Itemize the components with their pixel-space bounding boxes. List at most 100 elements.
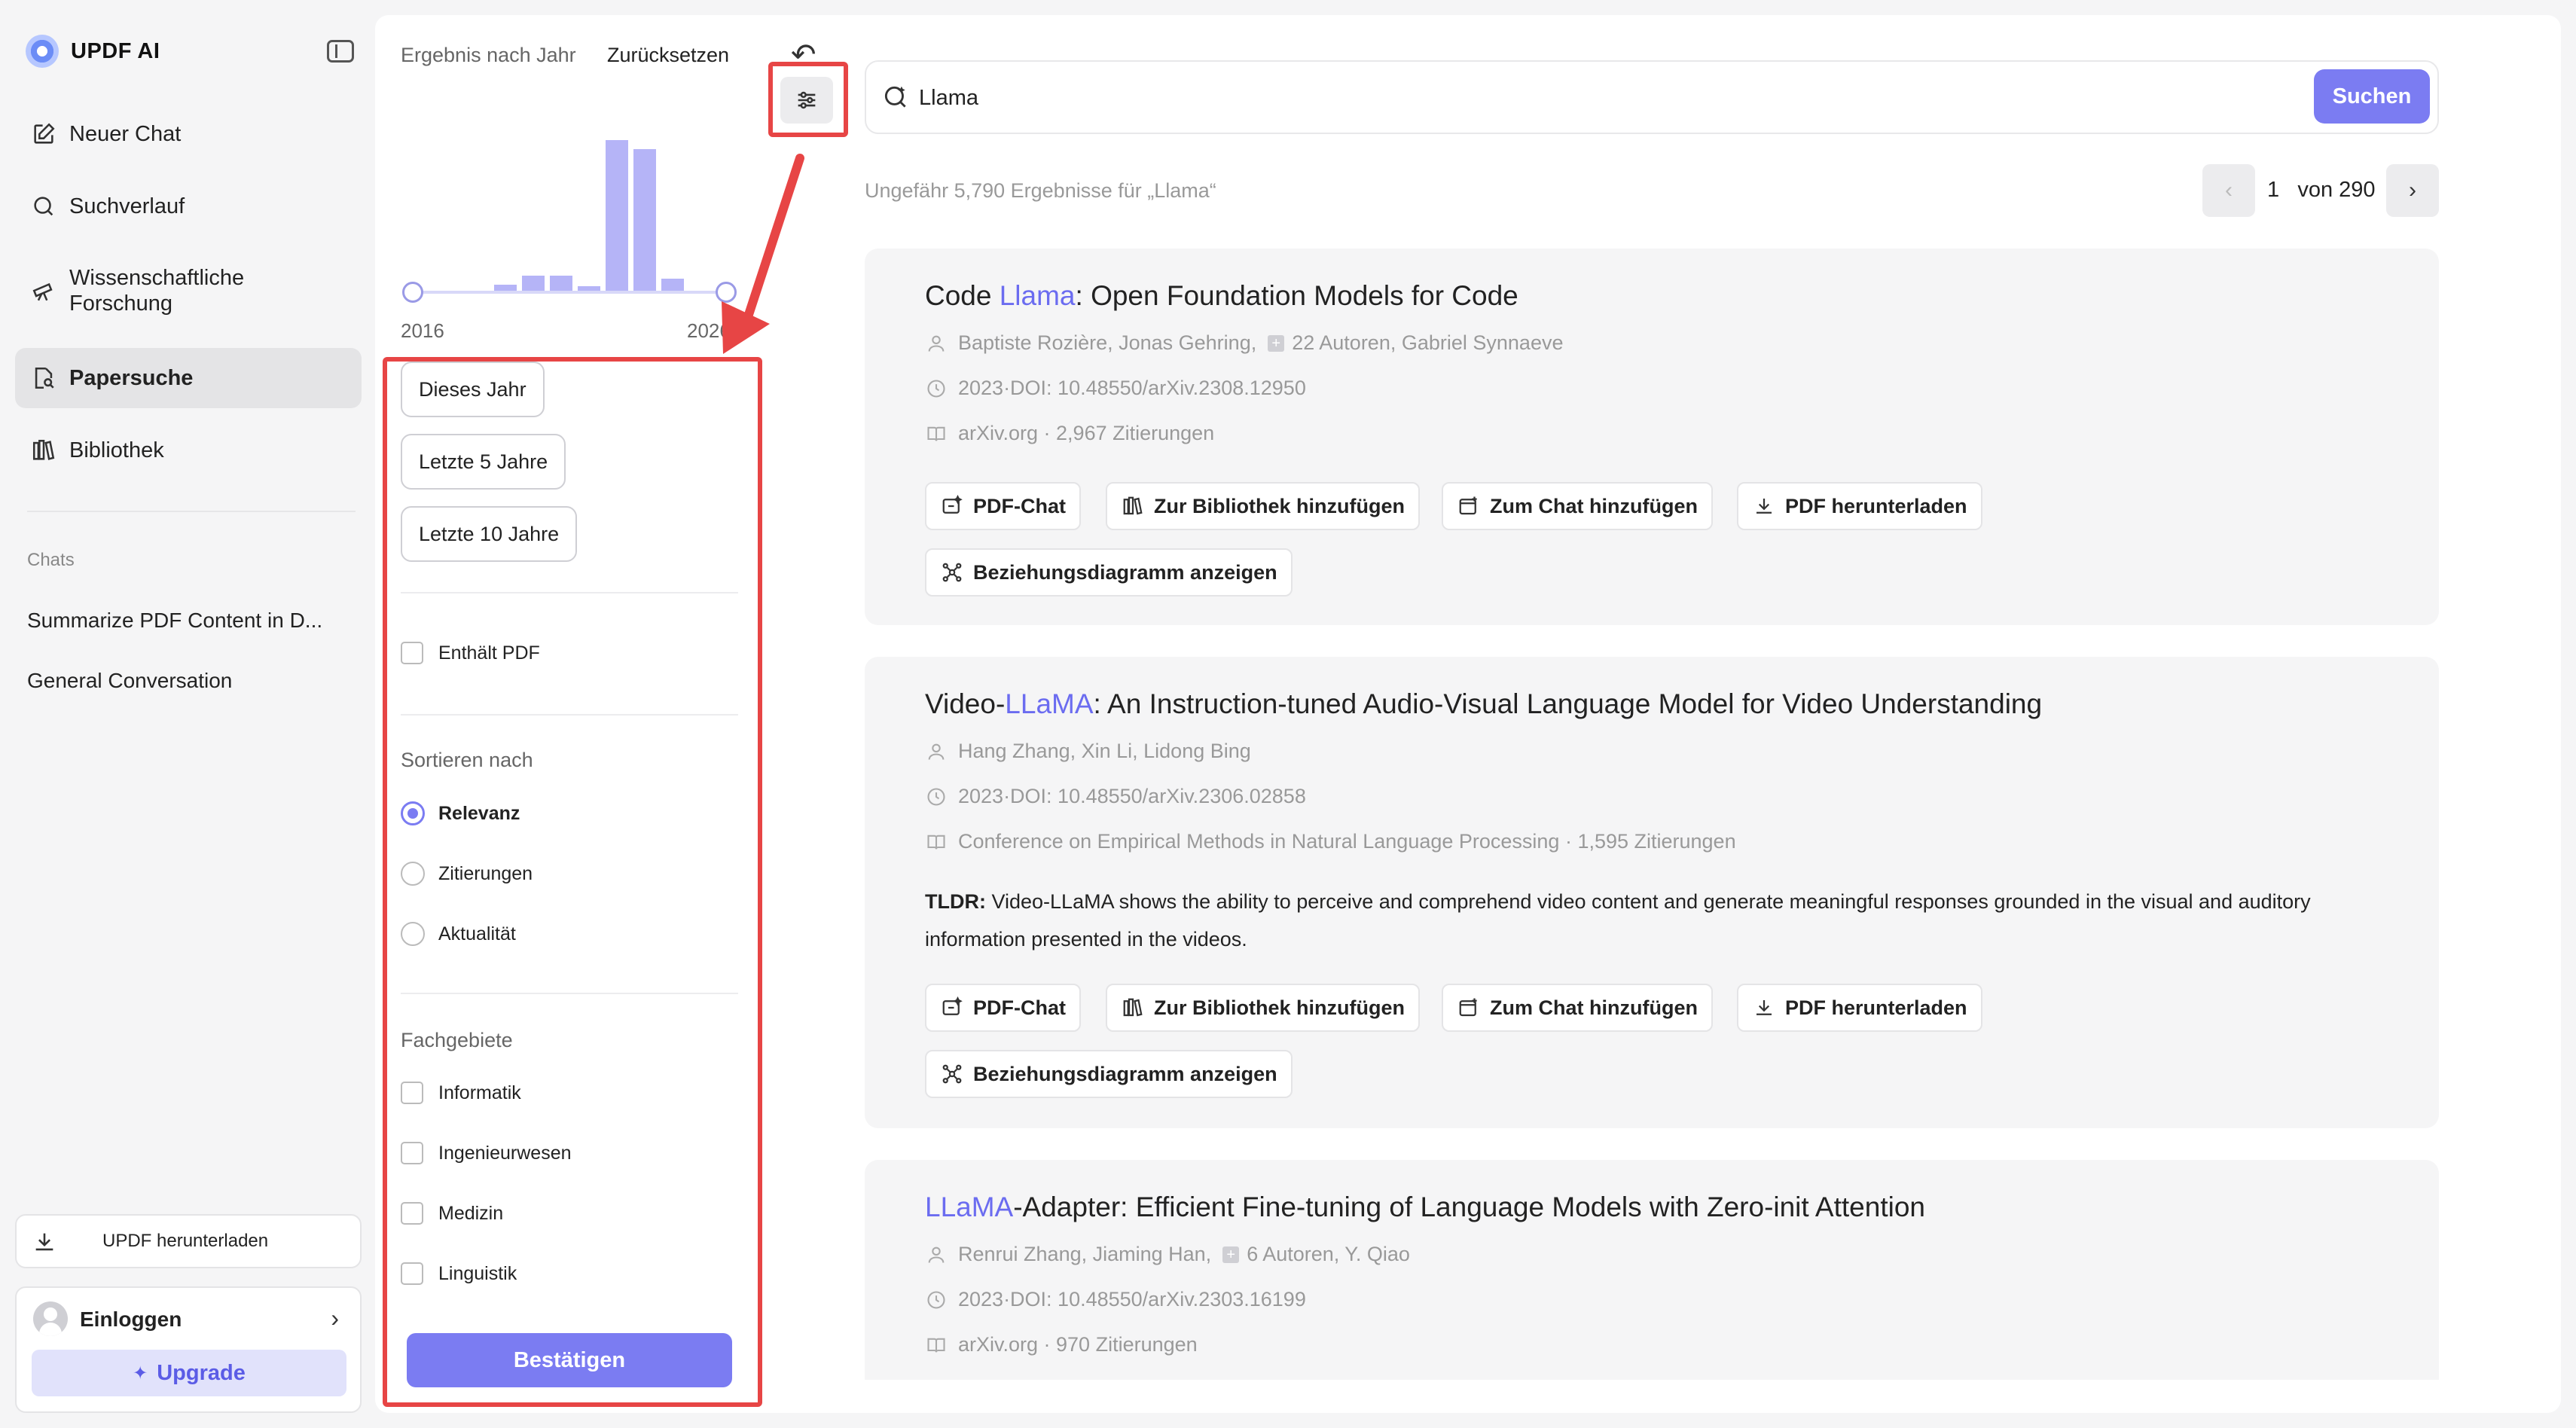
result-title[interactable]: Video-LLaMA: An Instruction-tuned Audio-… [925,688,2042,720]
tldr: TLDR: Video-LLaMA shows the ability to p… [925,883,2386,958]
result-card: LLaMA-Adapter: Efficient Fine-tuning of … [865,1160,2439,1380]
sidebar-item-library[interactable]: Bibliothek [15,432,362,468]
download-pdf-button[interactable]: PDF herunterladen [1737,984,1982,1032]
brand[interactable]: UPDF AI [26,35,160,68]
button-label: PDF-Chat [973,494,1066,517]
avatar[interactable] [33,1301,68,1336]
result-count: Ungefähr 5,790 Ergebnisse für „Llama“ [865,179,1216,202]
pdf-chat-button[interactable]: PDF-Chat [925,984,1081,1032]
sidebar-item-label: Bibliothek [69,438,164,462]
tldr-label: TLDR: [925,890,986,913]
year-range-slider[interactable] [413,291,729,294]
clock-icon [925,377,948,400]
title-text: : Open Foundation Models for Code [1075,280,1518,311]
venue-text: Conference on Empirical Methods in Natur… [958,830,1736,853]
slider-start-handle[interactable] [402,282,423,303]
button-label: Zur Bibliothek hinzufügen [1154,494,1405,517]
upgrade-button[interactable]: ✦ Upgrade [32,1350,346,1396]
year-end-label: 2026 [687,319,731,342]
highlight-frame-filters [383,357,762,1407]
result-date-doi: 2023·DOI: 10.48550/arXiv.2306.02858 [925,785,1306,808]
add-to-library-button[interactable]: Zur Bibliothek hinzufügen [1106,482,1420,530]
result-title[interactable]: Code Llama: Open Foundation Models for C… [925,280,1518,312]
chats-section-label: Chats [27,550,75,570]
page-current: 1 [2267,178,2280,202]
person-icon [925,1243,948,1266]
highlight-frame-settings [768,62,848,137]
chat-item[interactable]: General Conversation [27,669,232,693]
sidebar-item-paper-search[interactable]: Papersuche [15,348,362,408]
relation-graph-button[interactable]: Beziehungsdiagramm anzeigen [925,548,1293,597]
result-date-doi: 2023·DOI: 10.48550/arXiv.2308.12950 [925,377,1306,400]
pager-next-button[interactable]: › [2386,164,2439,217]
result-authors: Hang Zhang, Xin Li, Lidong Bing [925,740,1251,763]
plus-icon[interactable]: + [1268,334,1285,352]
library-icon [1121,996,1145,1020]
relation-graph-button[interactable]: Beziehungsdiagramm anzeigen [925,1050,1293,1098]
add-chat-icon [1457,494,1481,518]
add-to-chat-button[interactable]: Zum Chat hinzufügen [1442,482,1713,530]
button-label: PDF herunterladen [1785,996,1967,1019]
download-app-button[interactable]: UPDF herunterladen [15,1214,362,1268]
venue-text: arXiv.org · 970 Zitierungen [958,1333,1198,1356]
updf-logo-icon [26,35,59,68]
date-doi-text: 2023·DOI: 10.48550/arXiv.2303.16199 [958,1288,1306,1311]
pdf-chat-button[interactable]: PDF-Chat [925,482,1081,530]
venue-text: arXiv.org · 2,967 Zitierungen [958,422,1215,444]
year-start-label: 2016 [401,319,444,342]
download-icon [1752,996,1776,1020]
more-authors-text: 22 Autoren, Gabriel Synnaeve [1292,331,1564,354]
chat-pdf-icon [940,494,964,518]
person-icon [925,740,948,763]
download-app-label: UPDF herunterladen [102,1231,269,1251]
title-highlight: Llama [999,280,1076,311]
result-title[interactable]: LLaMA-Adapter: Efficient Fine-tuning of … [925,1192,1925,1223]
result-venue: Conference on Empirical Methods in Natur… [925,830,1736,853]
title-text: Code [925,280,1000,311]
login-link[interactable]: Einloggen [80,1307,182,1332]
sidebar-item-new-chat[interactable]: Neuer Chat [15,116,362,152]
sidebar-divider [27,511,356,512]
result-venue: arXiv.org · 970 Zitierungen [925,1333,1198,1356]
pager-prev-button[interactable]: ‹ [2202,164,2255,217]
histogram-bar [633,149,656,291]
histogram-bar [661,279,684,291]
search-button[interactable]: Suchen [2314,69,2430,124]
sidebar-collapse-icon[interactable] [327,40,354,63]
download-icon [1752,494,1776,518]
reset-button[interactable]: Zurücksetzen [607,44,729,67]
search-icon [30,193,57,220]
result-venue: arXiv.org · 2,967 Zitierungen [925,422,1214,445]
chat-item[interactable]: Summarize PDF Content in D... [27,609,322,633]
sidebar-item-label: Wissenschaftliche Forschung [69,266,245,316]
search-input[interactable] [919,77,2199,119]
graph-icon [940,1062,964,1086]
brand-name: UPDF AI [71,38,160,63]
add-to-chat-button[interactable]: Zum Chat hinzufügen [1442,984,1713,1032]
add-to-library-button[interactable]: Zur Bibliothek hinzufügen [1106,984,1420,1032]
search-bar: Suchen [865,60,2439,134]
result-card: Video-LLaMA: An Instruction-tuned Audio-… [865,657,2439,1128]
sidebar-item-label: Papersuche [69,365,194,390]
account-panel: Einloggen › ✦ Upgrade [15,1286,362,1413]
sidebar-item-label: Suchverlauf [69,194,185,218]
sidebar-item-research[interactable]: Wissenschaftliche Forschung [15,264,362,318]
title-highlight: LLaMA [925,1192,1014,1222]
slider-end-handle[interactable] [716,282,737,303]
title-text: Video- [925,688,1006,719]
year-histogram [408,105,725,291]
book-icon [925,423,948,445]
page-total: von 290 [2297,178,2376,202]
title-text: : An Instruction-tuned Audio-Visual Lang… [1093,688,2043,719]
authors-text: Renrui Zhang, Jiaming Han, [958,1243,1212,1265]
download-pdf-button[interactable]: PDF herunterladen [1737,482,1982,530]
ai-search-icon [881,83,910,115]
paper-search-icon [30,365,57,392]
tldr-text: Video-LLaMA shows the ability to perceiv… [925,890,2311,950]
sparkle-icon: ✦ [133,1362,148,1384]
button-label: Zum Chat hinzufügen [1490,494,1698,517]
authors-text: Baptiste Rozière, Jonas Gehring, [958,331,1257,354]
sidebar-item-history[interactable]: Suchverlauf [15,188,362,224]
chevron-right-icon[interactable]: › [331,1304,339,1332]
plus-icon[interactable]: + [1222,1246,1240,1263]
